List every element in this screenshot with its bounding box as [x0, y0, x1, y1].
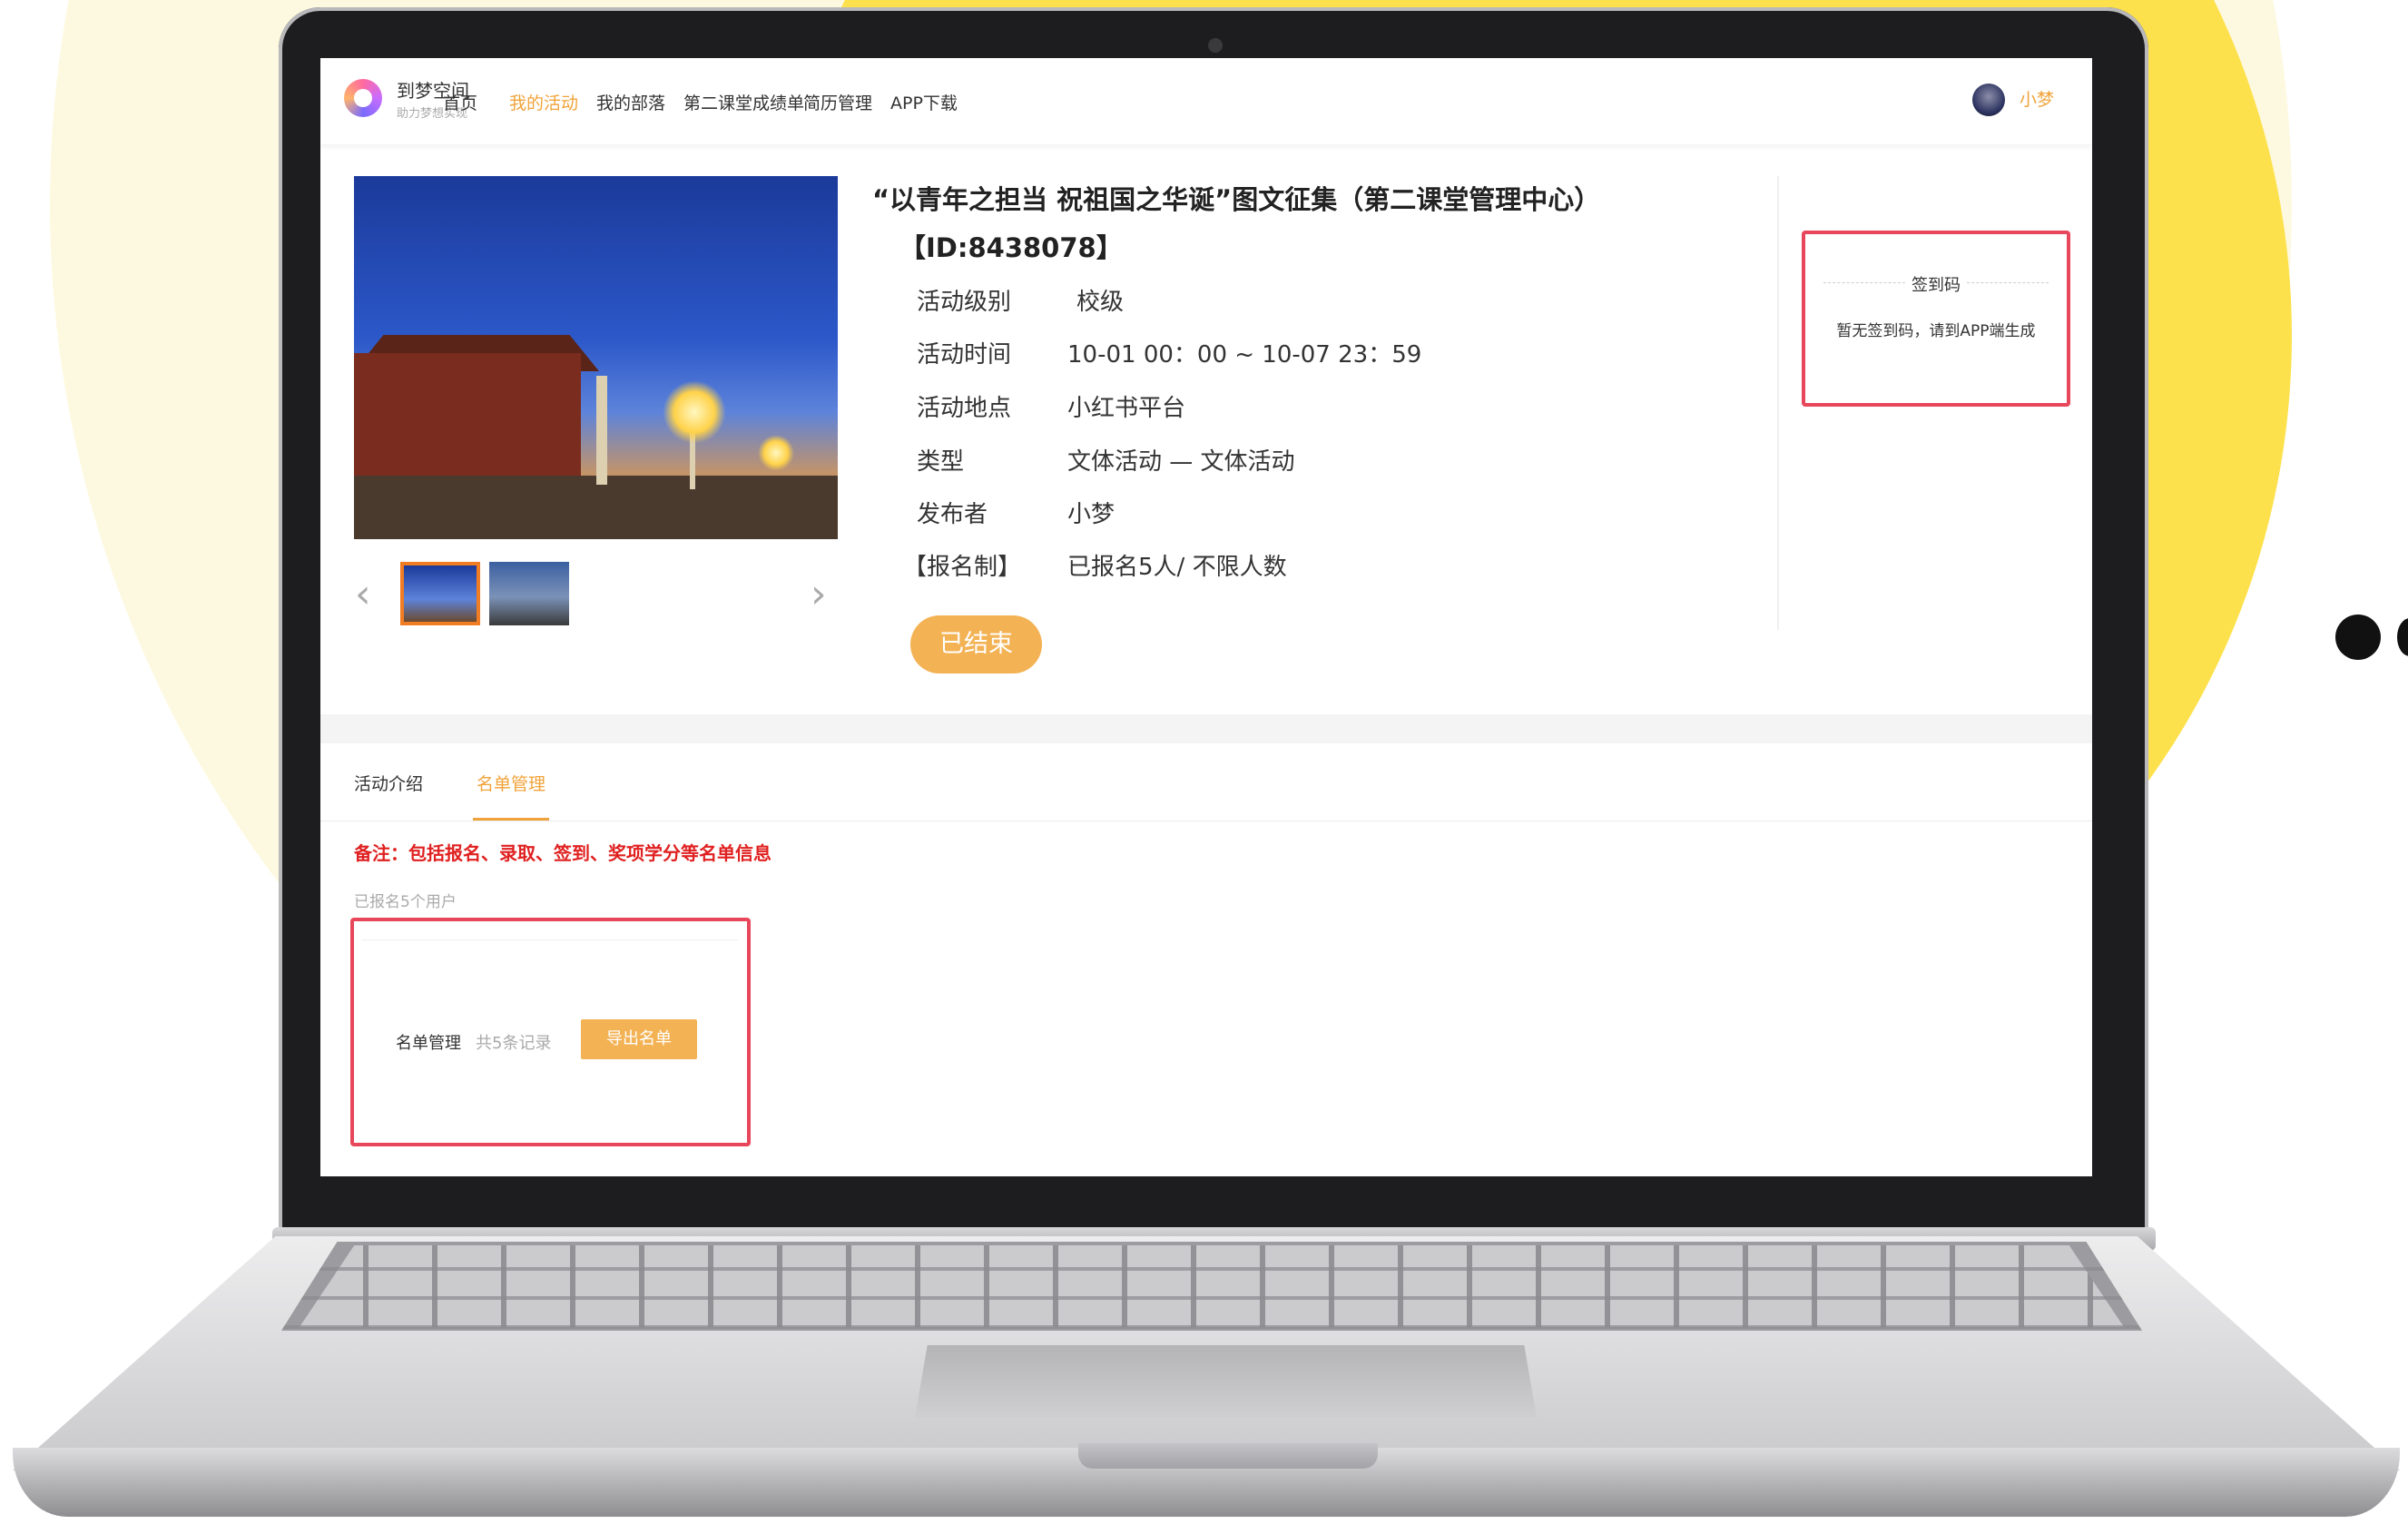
roster-label: 名单管理 — [396, 1034, 461, 1053]
roster-box-divider — [361, 939, 738, 940]
image-lamp — [758, 435, 794, 471]
signin-code-box: 签到码 暂无签到码，请到APP端生成 — [1802, 231, 2070, 407]
activity-title: “以青年之担当 祝祖国之华诞”图文征集（第二课堂管理中心）【ID:8438078… — [872, 184, 1601, 263]
laptop-screen: 到梦空间 助力梦想实现 首页 我的活动 我的部落 第二课堂成绩单 简历管理 AP… — [320, 58, 2092, 1176]
info-value-time: 10-01 00：00 ~ 10-07 23：59 — [1067, 341, 1422, 369]
info-value-publisher: 小梦 — [1067, 501, 1116, 528]
avatar[interactable] — [1972, 84, 2005, 116]
laptop-trackpad — [915, 1345, 1537, 1418]
info-label-level: 活动级别 — [917, 289, 1012, 316]
user-name[interactable]: 小梦 — [2020, 86, 2054, 111]
image-lamp — [663, 380, 726, 444]
thumbnail-1[interactable] — [400, 562, 480, 625]
roster-box: 名单管理 共5条记录 导出名单 — [350, 918, 751, 1146]
export-roster-button[interactable]: 导出名单 — [581, 1019, 697, 1059]
laptop-notch — [1078, 1443, 1378, 1469]
info-label-type: 类型 — [917, 448, 965, 476]
chevron-right-icon[interactable]: › — [811, 571, 827, 617]
info-value-registration: 已报名5人/ 不限人数 — [1067, 554, 1287, 581]
divider-right — [1967, 282, 2049, 283]
nav-item-app-download[interactable]: APP下载 — [890, 90, 958, 114]
ended-status-button[interactable]: 已结束 — [910, 615, 1042, 674]
image-column — [596, 376, 607, 485]
decorative-dot — [2335, 615, 2381, 660]
image-ground — [354, 476, 838, 539]
nav-item-home[interactable]: 首页 — [443, 90, 477, 114]
nav-item-my-tribe[interactable]: 我的部落 — [596, 90, 665, 114]
signin-code-title: 签到码 — [1912, 276, 1961, 295]
laptop-key-rows — [281, 1242, 2142, 1331]
info-value-location: 小红书平台 — [1067, 395, 1186, 422]
vertical-divider — [1777, 176, 1779, 630]
logo-icon[interactable] — [344, 79, 382, 117]
thumbnail-2[interactable] — [489, 562, 569, 625]
decorative-dot-partial — [2397, 618, 2408, 656]
section-separator — [320, 714, 2092, 743]
nav-item-my-activities[interactable]: 我的活动 — [509, 90, 578, 114]
chevron-left-icon[interactable]: ‹ — [355, 571, 371, 617]
roster-record-count: 共5条记录 — [476, 1034, 552, 1053]
tab-activity-intro[interactable]: 活动介绍 — [354, 771, 423, 795]
registered-count: 已报名5个用户 — [354, 893, 457, 911]
signin-code-message: 暂无签到码，请到APP端生成 — [1836, 322, 2036, 340]
info-value-level: 校级 — [1076, 289, 1125, 316]
activity-main-image — [354, 176, 838, 539]
top-navbar: 到梦空间 助力梦想实现 首页 我的活动 我的部落 第二课堂成绩单 简历管理 AP… — [320, 58, 2092, 144]
info-label-time: 活动时间 — [917, 341, 1012, 369]
info-label-publisher: 发布者 — [917, 501, 988, 528]
info-label-registration: 【报名制】 — [903, 554, 1022, 581]
nav-item-transcript[interactable]: 第二课堂成绩单 — [683, 90, 804, 114]
info-label-location: 活动地点 — [917, 395, 1012, 422]
laptop-camera — [1208, 38, 1223, 53]
info-value-type: 文体活动 — 文体活动 — [1067, 448, 1295, 476]
nav-item-resume[interactable]: 简历管理 — [803, 90, 872, 114]
tab-roster-management[interactable]: 名单管理 — [477, 771, 545, 795]
roster-note: 备注：包括报名、录取、签到、奖项学分等名单信息 — [354, 842, 772, 864]
